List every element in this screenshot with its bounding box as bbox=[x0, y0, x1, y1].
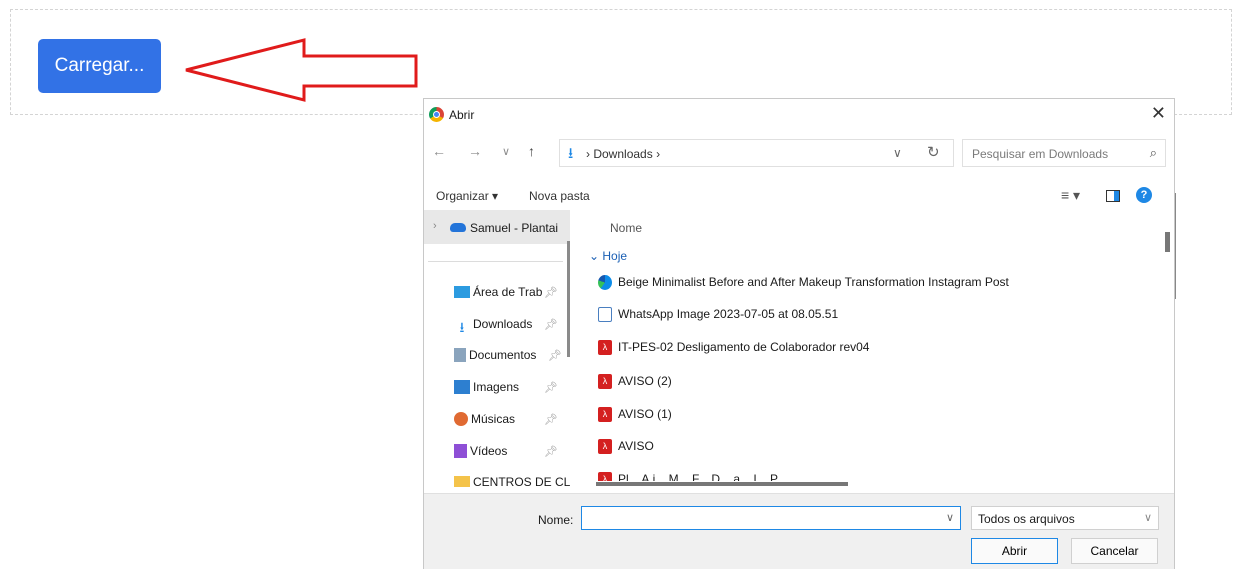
open-file-dialog: Abrir ✕ ← → ∨ ↑ ⭳ › Downloads › ∨ ↻ Pesq… bbox=[423, 98, 1176, 569]
dialog-title: Abrir bbox=[449, 108, 475, 122]
video-icon bbox=[454, 443, 467, 458]
file-list: Nome ⌄ Hoje Beige Minimalist Before and … bbox=[576, 210, 1170, 493]
horizontal-scrollbar[interactable] bbox=[596, 482, 848, 486]
file-row[interactable]: λ AVISO (2) bbox=[598, 374, 672, 390]
chrome-icon bbox=[429, 107, 444, 122]
command-bar: Organizar ▾ Nova pasta ≡ ▾ ? bbox=[424, 183, 1174, 209]
navigation-pane: › Samuel - Plantai Área de Trab 📌︎ ⭳ Down… bbox=[424, 210, 574, 493]
cancel-button[interactable]: Cancelar bbox=[1071, 538, 1158, 564]
column-header-name[interactable]: Nome bbox=[610, 221, 642, 235]
filename-label: Nome: bbox=[538, 513, 574, 527]
file-row[interactable]: λ IT-PES-02 Desligamento de Colaborador r… bbox=[598, 340, 869, 356]
sidebar-divider bbox=[428, 261, 563, 262]
upload-button[interactable]: Carregar... bbox=[38, 39, 161, 93]
sidebar-item-downloads[interactable]: ⭳ Downloads bbox=[454, 316, 533, 335]
address-bar[interactable]: ⭳ › Downloads › ∨ ↻ bbox=[559, 139, 954, 167]
sidebar-item-desktop[interactable]: Área de Trab bbox=[454, 284, 542, 299]
edge-icon bbox=[598, 275, 612, 291]
help-icon[interactable]: ? bbox=[1136, 187, 1152, 203]
search-icon[interactable]: ⌕ bbox=[1150, 145, 1157, 161]
document-icon bbox=[454, 347, 466, 362]
pin-icon: 📌︎ bbox=[544, 319, 558, 331]
window-edge-line bbox=[1175, 193, 1176, 299]
file-row[interactable]: λ AVISO bbox=[598, 439, 654, 455]
sidebar-item-images[interactable]: Imagens bbox=[454, 379, 519, 394]
sidebar-item-label: Samuel - Plantai bbox=[470, 221, 559, 235]
pdf-icon: λ bbox=[598, 439, 612, 455]
address-dropdown-icon[interactable]: ∨ bbox=[893, 146, 902, 160]
recent-locations-chevron-icon[interactable]: ∨ bbox=[502, 145, 510, 158]
dialog-footer: Nome: ∨ Todos os arquivos ∨ Abrir Cancel… bbox=[424, 493, 1174, 569]
new-folder-button[interactable]: Nova pasta bbox=[529, 189, 590, 203]
sidebar-item-videos[interactable]: Vídeos bbox=[454, 443, 507, 458]
up-arrow-icon[interactable]: ↑ bbox=[528, 143, 535, 159]
pin-icon: 📌︎ bbox=[548, 350, 562, 362]
view-options-icon[interactable]: ≡ ▾ bbox=[1061, 187, 1080, 204]
group-header-today[interactable]: ⌄ Hoje bbox=[589, 249, 627, 263]
open-button[interactable]: Abrir bbox=[971, 538, 1058, 564]
vertical-scrollbar[interactable] bbox=[1165, 232, 1170, 252]
desktop-icon bbox=[454, 285, 470, 298]
sidebar-item-onedrive[interactable]: › Samuel - Plantai bbox=[424, 210, 570, 244]
pdf-icon: λ bbox=[598, 374, 612, 390]
expand-chevron-icon[interactable]: › bbox=[433, 220, 437, 232]
image-file-icon bbox=[598, 307, 612, 323]
filename-dropdown-icon[interactable]: ∨ bbox=[946, 511, 954, 524]
refresh-icon[interactable]: ↻ bbox=[927, 143, 940, 161]
red-arrow-annotation bbox=[185, 38, 418, 102]
file-row[interactable]: λ Pl... A.i... M... F... D... a... I... P… bbox=[598, 472, 787, 481]
forward-arrow-icon[interactable]: → bbox=[468, 143, 482, 159]
organize-menu-button[interactable]: Organizar ▾ bbox=[436, 189, 498, 203]
cloud-icon bbox=[450, 223, 466, 232]
pin-icon: 📌︎ bbox=[544, 382, 558, 394]
file-row[interactable]: WhatsApp Image 2023-07-05 at 08.05.51 bbox=[598, 307, 838, 323]
breadcrumb[interactable]: › Downloads › bbox=[586, 147, 660, 161]
file-type-select[interactable]: Todos os arquivos ∨ bbox=[971, 506, 1159, 530]
sidebar-item-centros[interactable]: CENTROS DE CL bbox=[454, 474, 570, 489]
pdf-icon: λ bbox=[598, 472, 612, 481]
sidebar-item-documents[interactable]: Documentos bbox=[454, 347, 536, 362]
music-icon bbox=[454, 411, 468, 426]
pdf-icon: λ bbox=[598, 407, 612, 423]
filename-input[interactable]: ∨ bbox=[581, 506, 961, 530]
pin-icon: 📌︎ bbox=[544, 446, 558, 458]
image-icon bbox=[454, 379, 470, 394]
folder-icon bbox=[454, 476, 470, 488]
file-row[interactable]: Beige Minimalist Before and After Makeup… bbox=[598, 275, 1009, 291]
preview-pane-icon[interactable] bbox=[1106, 190, 1120, 202]
dialog-titlebar: Abrir ✕ bbox=[424, 99, 1174, 131]
breadcrumb-downloads: Downloads bbox=[593, 147, 653, 161]
navigation-bar: ← → ∨ ↑ ⭳ › Downloads › ∨ ↻ Pesquisar em… bbox=[424, 135, 1174, 171]
back-arrow-icon[interactable]: ← bbox=[432, 143, 446, 159]
download-icon: ⭳ bbox=[568, 145, 574, 162]
pin-icon: 📌︎ bbox=[544, 287, 558, 299]
file-row[interactable]: λ AVISO (1) bbox=[598, 407, 672, 423]
pdf-icon: λ bbox=[598, 340, 612, 356]
download-icon: ⭳ bbox=[459, 318, 465, 335]
sidebar-scrollbar[interactable] bbox=[567, 241, 570, 357]
search-field[interactable]: Pesquisar em Downloads ⌕ bbox=[962, 139, 1166, 167]
sidebar-item-music[interactable]: Músicas bbox=[454, 411, 515, 426]
chevron-down-icon: ∨ bbox=[1143, 512, 1152, 524]
pin-icon: 📌︎ bbox=[544, 414, 558, 426]
close-icon[interactable]: ✕ bbox=[1151, 103, 1166, 124]
search-placeholder: Pesquisar em Downloads bbox=[972, 147, 1109, 161]
